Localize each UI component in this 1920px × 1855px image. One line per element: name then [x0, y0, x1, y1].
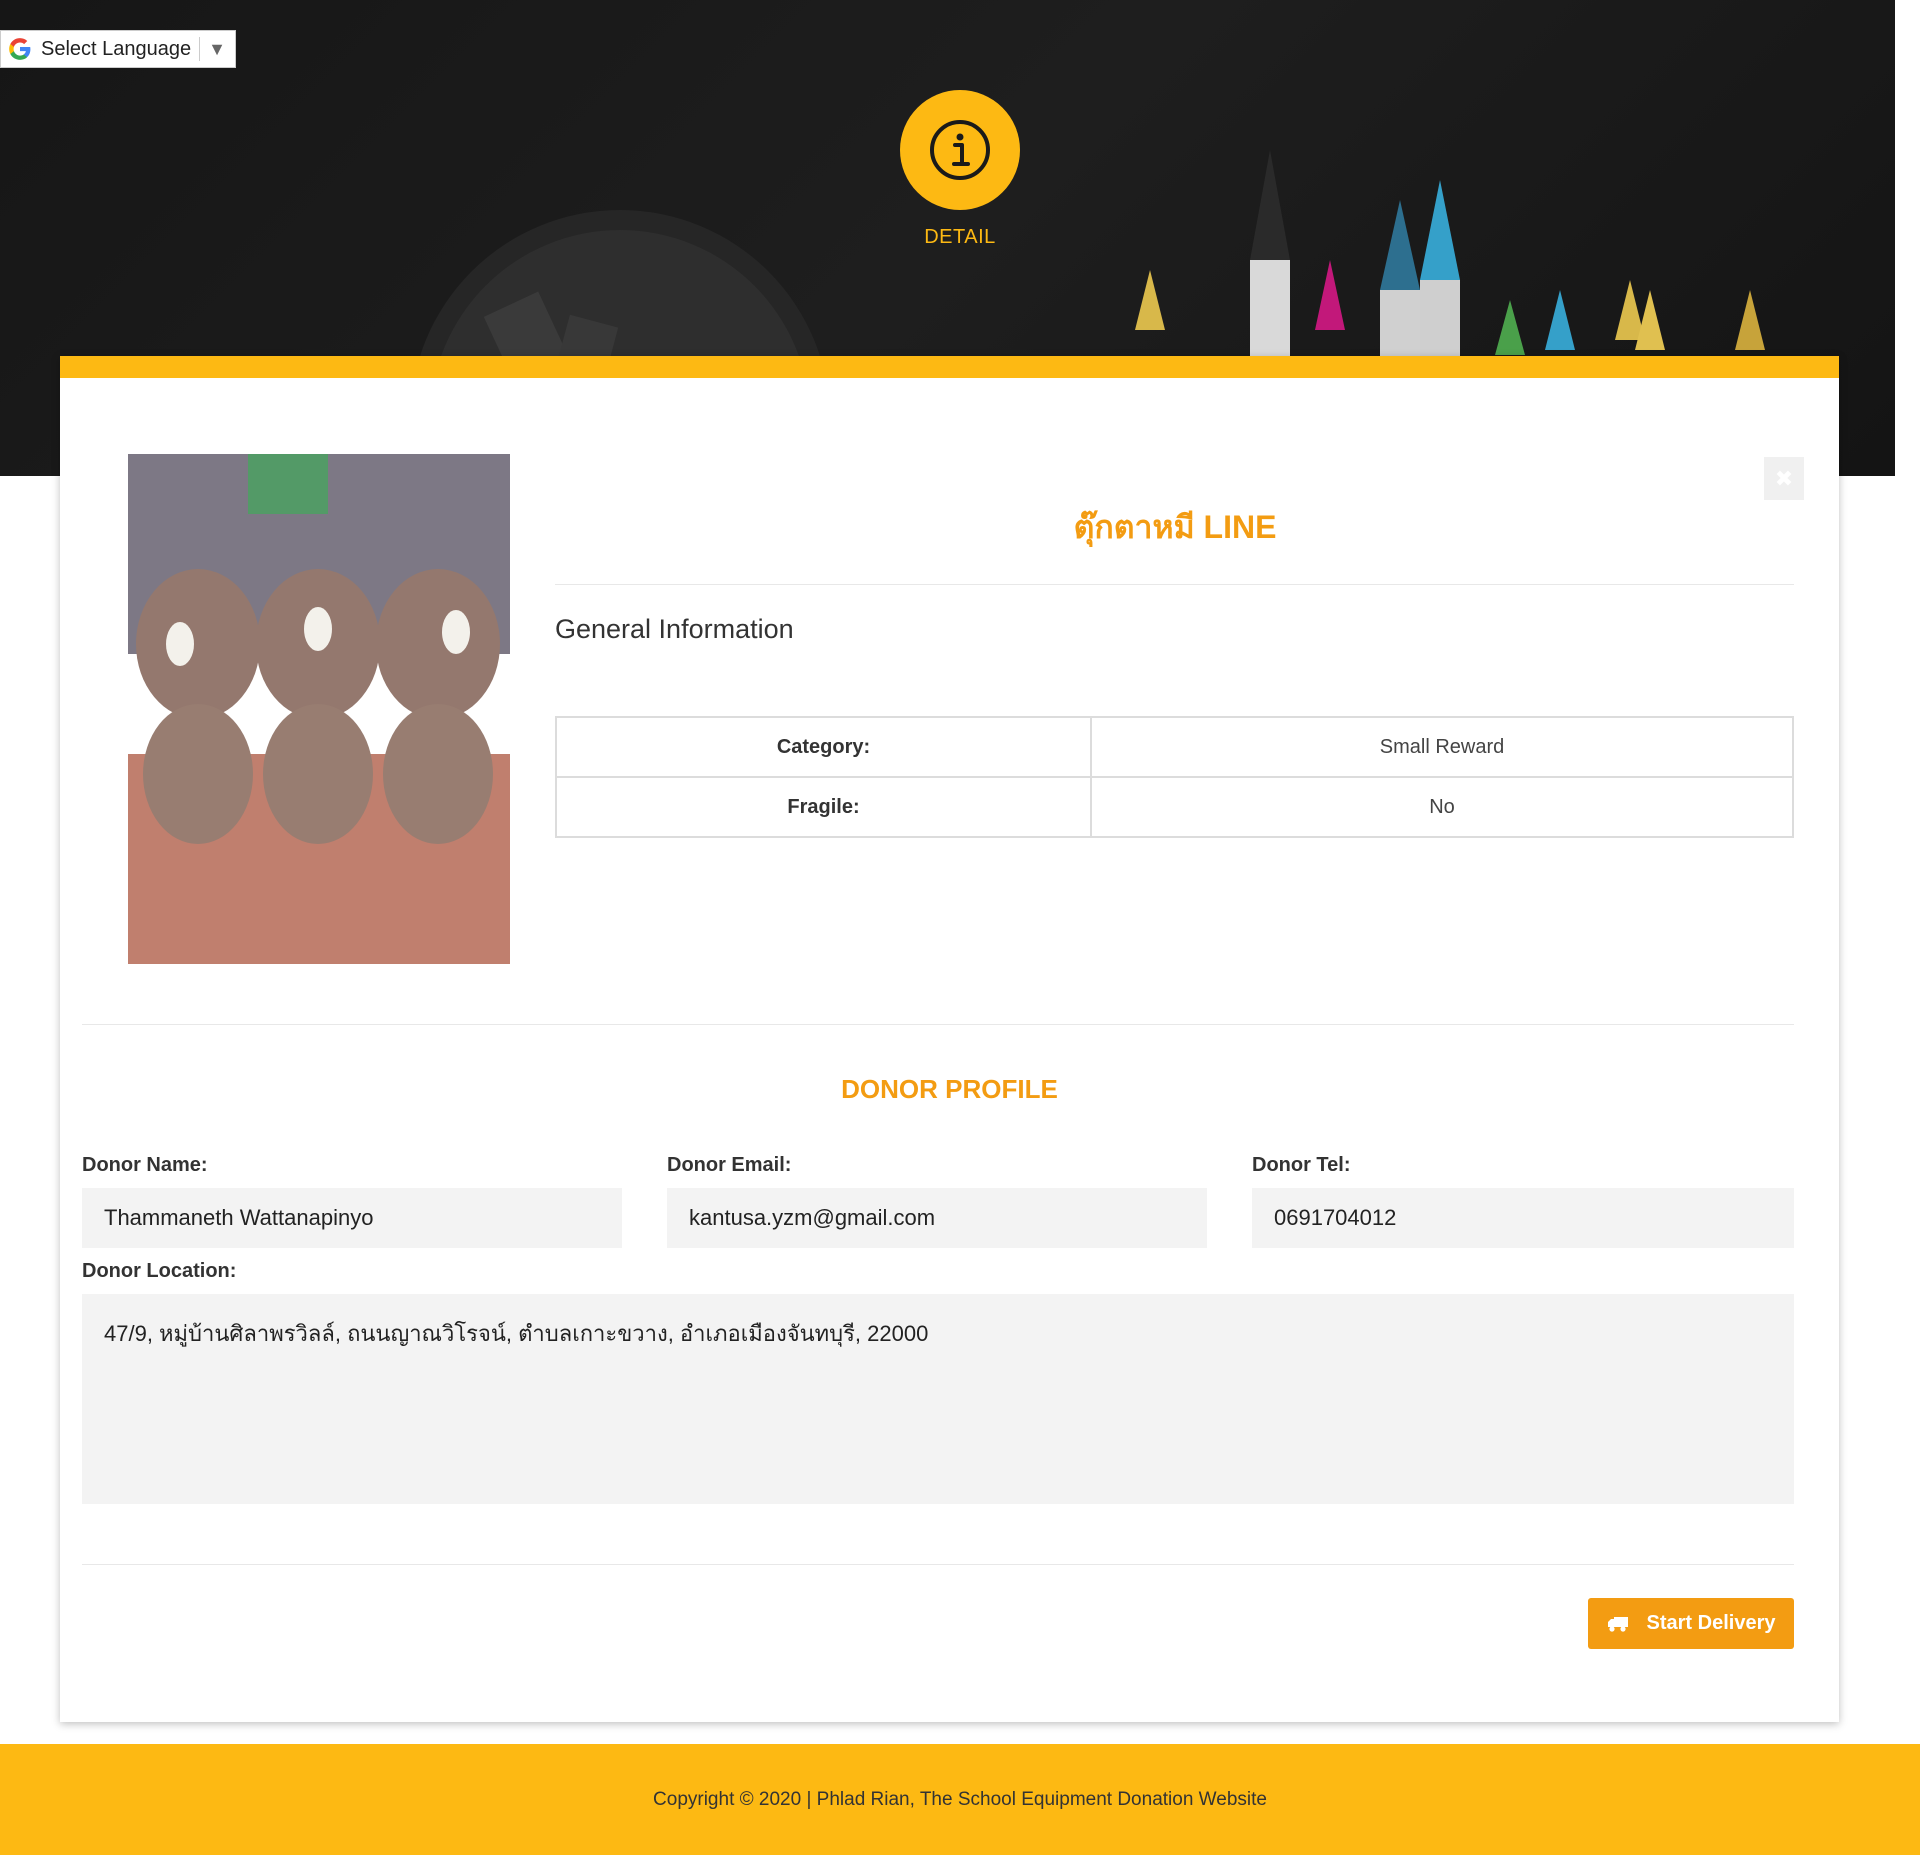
general-info-heading: General Information — [555, 614, 794, 644]
footer-divider — [82, 1564, 1794, 1565]
donor-tel-label: Donor Tel: — [1252, 1154, 1351, 1176]
start-delivery-label: Start Delivery — [1646, 1612, 1776, 1634]
donor-email-field[interactable]: kantusa.yzm@gmail.com — [667, 1188, 1207, 1248]
donor-tel-field[interactable]: 0691704012 — [1252, 1188, 1794, 1248]
table-row: Fragile: No — [555, 776, 1794, 838]
donor-location-field[interactable]: 47/9, หมู่บ้านศิลาพรวิลล์, ถนนญาณวิโรจน์… — [82, 1294, 1794, 1504]
detail-badge — [900, 90, 1020, 210]
footer: Copyright © 2020 | Phlad Rian, The Schoo… — [0, 1744, 1920, 1855]
footer-copyright: Copyright © 2020 | Phlad Rian, The Schoo… — [653, 1788, 1267, 1810]
donor-email-label: Donor Email: — [667, 1154, 792, 1176]
donor-name-field[interactable]: Thammaneth Wattanapinyo — [82, 1188, 622, 1248]
close-button[interactable]: ✖ — [1764, 457, 1804, 500]
fragile-value: No — [1090, 776, 1794, 838]
dropdown-arrow-icon: ▼ — [208, 38, 226, 59]
section-divider — [82, 1024, 1794, 1025]
google-g-icon — [9, 38, 31, 60]
truck-icon — [1607, 1616, 1628, 1632]
language-select-label: Select Language — [41, 37, 192, 60]
donor-profile-heading: DONOR PROFILE — [841, 1074, 1058, 1104]
start-delivery-button[interactable]: Start Delivery — [1588, 1598, 1794, 1649]
language-select[interactable]: Select Language ▼ — [0, 30, 236, 68]
general-info-table: Category: Small Reward Fragile: No — [555, 716, 1794, 838]
category-value: Small Reward — [1090, 716, 1794, 778]
product-photo — [128, 454, 510, 964]
detail-card: ✖ ตุ๊กตาหมี LINE General Information Cat… — [60, 356, 1839, 1722]
table-row: Category: Small Reward — [555, 716, 1794, 778]
fragile-key: Fragile: — [555, 776, 1092, 838]
category-key: Category: — [555, 716, 1092, 778]
close-icon: ✖ — [1774, 465, 1794, 491]
detail-label: DETAIL — [924, 226, 996, 248]
donor-name-label: Donor Name: — [82, 1154, 208, 1176]
title-divider — [555, 584, 1794, 585]
item-title: ตุ๊กตาหมี LINE — [1073, 509, 1277, 545]
info-icon — [930, 120, 990, 180]
language-select-separator — [199, 37, 201, 61]
donor-location-label: Donor Location: — [82, 1260, 237, 1282]
